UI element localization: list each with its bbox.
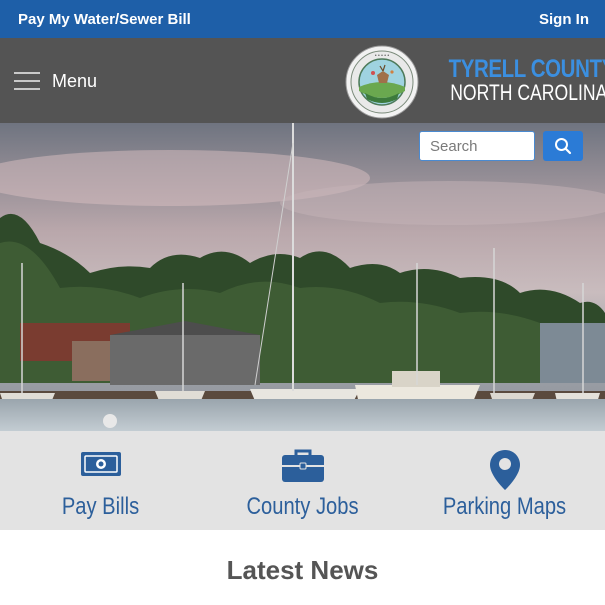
county-seal-icon[interactable]: • • • • • xyxy=(345,45,419,119)
site-header: Menu • • • • • TYRELL COUNTY NORTH CAROL… xyxy=(0,38,605,123)
quick-link-label: Pay Bills xyxy=(61,493,140,520)
utility-bar: Pay My Water/Sewer Bill Sign In xyxy=(0,0,605,38)
harbor-photo xyxy=(0,123,605,431)
svg-text:• • • • •: • • • • • xyxy=(375,53,390,59)
menu-label: Menu xyxy=(52,70,98,91)
quick-link-parking-maps[interactable]: Parking Maps xyxy=(404,431,605,530)
latest-news-heading: Latest News xyxy=(226,555,379,585)
menu-button[interactable]: Menu xyxy=(14,66,97,96)
quick-link-label: Parking Maps xyxy=(442,493,567,520)
quick-link-pay-bills[interactable]: Pay Bills xyxy=(0,431,201,530)
brand-state-name: NORTH CAROLINA xyxy=(450,80,605,105)
sign-in-link[interactable]: Sign In xyxy=(539,11,589,28)
hero-image xyxy=(0,123,605,431)
brand-county-name: TYRELL COUNTY xyxy=(448,55,605,83)
hamburger-icon xyxy=(14,72,40,90)
briefcase-icon xyxy=(281,449,324,482)
quick-links-bar: Pay Bills County Jobs Parking Maps xyxy=(0,431,605,530)
search-button[interactable] xyxy=(543,131,583,161)
search-icon xyxy=(555,138,572,155)
money-icon xyxy=(80,452,121,476)
search-input[interactable] xyxy=(419,131,535,161)
quick-link-county-jobs[interactable]: County Jobs xyxy=(202,431,403,530)
brand-wordmark[interactable]: TYRELL COUNTY NORTH CAROLINA xyxy=(434,55,605,105)
map-pin-icon xyxy=(489,450,520,490)
quick-link-label: County Jobs xyxy=(246,493,359,520)
pay-water-sewer-bill-link[interactable]: Pay My Water/Sewer Bill xyxy=(18,11,191,28)
